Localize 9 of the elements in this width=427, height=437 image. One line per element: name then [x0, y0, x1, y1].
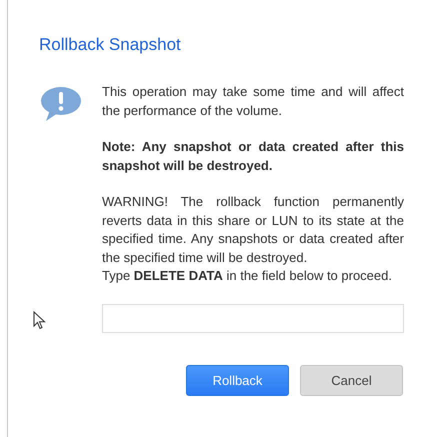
message-text: This operation may take some time and will affect the performance of the volume.	[102, 83, 404, 120]
dialog-title: Rollback Snapshot	[38, 34, 181, 56]
mouse-cursor-icon	[33, 311, 46, 330]
exclamation-bubble-icon	[38, 86, 82, 122]
instruction-text: Type DELETE DATA in the field below to proceed.	[102, 267, 393, 285]
cancel-button[interactable]: Cancel	[300, 364, 403, 396]
note-text: Note: Any snapshot or data created after this snapshot will be destroyed.	[102, 138, 404, 175]
message-text: WARNING! The rollback function permanently reverts data in this share or LUN to its state at the specified time. Any snapshots or data created after the specified time will be destroyed.	[102, 193, 404, 267]
confirm-input-field[interactable]	[102, 304, 404, 332]
